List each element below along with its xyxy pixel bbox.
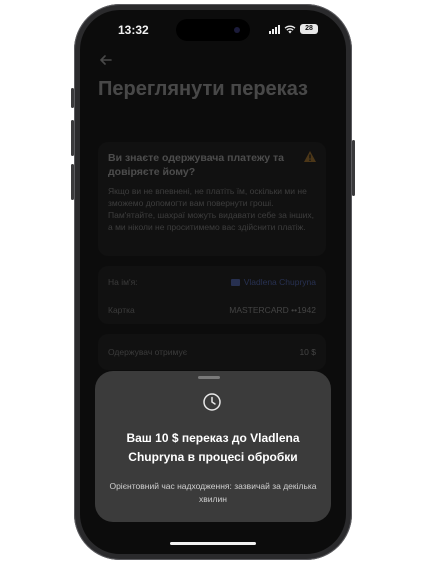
detail-label: Одержувач отримує bbox=[108, 347, 188, 357]
power-button bbox=[352, 140, 355, 196]
detail-row-card: Картка MASTERCARD ••1942 bbox=[108, 302, 316, 318]
phone-screen: 13:32 28 Переглянути переказ Ви знаєте о… bbox=[80, 10, 346, 554]
recipient-name: Vladlena Chupryna bbox=[243, 277, 316, 287]
card-icon bbox=[230, 278, 240, 286]
volume-down-button bbox=[71, 164, 74, 200]
warning-card: Ви знаєте одержувача платежу та довіряєт… bbox=[98, 142, 326, 256]
clock-icon bbox=[203, 393, 221, 411]
volume-up-button bbox=[71, 120, 74, 156]
sheet-title: Ваш 10 $ переказ до Vladlena Chupryna в … bbox=[126, 431, 300, 464]
detail-label: Картка bbox=[108, 305, 135, 315]
detail-label: На ім'я: bbox=[108, 277, 138, 287]
recipient-name-link[interactable]: Vladlena Chupryna bbox=[230, 277, 316, 287]
warning-title: Ви знаєте одержувача платежу та довіряєт… bbox=[108, 152, 285, 178]
warning-body: Якщо ви не впевнені, не платіть їм, оскі… bbox=[108, 186, 314, 232]
page-title: Переглянути переказ bbox=[98, 78, 308, 100]
recipient-amount-card: Одержувач отримує 10 $ bbox=[98, 334, 326, 370]
back-arrow-icon[interactable] bbox=[98, 52, 114, 68]
home-indicator[interactable] bbox=[170, 542, 256, 545]
card-number: MASTERCARD ••1942 bbox=[229, 305, 316, 315]
processing-bottom-sheet: Ваш 10 $ переказ до Vladlena Chupryna в … bbox=[95, 371, 331, 522]
detail-row-name: На ім'я: Vladlena Chupryna bbox=[108, 274, 316, 290]
action-button bbox=[71, 88, 74, 108]
sheet-subtitle: Орієнтовний час надходження: зазвичай за… bbox=[109, 481, 317, 504]
detail-row-amount: Одержувач отримує 10 $ bbox=[108, 344, 316, 360]
payment-details-card: На ім'я: Vladlena Chupryna Картка MASTER… bbox=[98, 266, 326, 324]
warning-triangle-icon bbox=[304, 151, 316, 162]
recipient-amount: 10 $ bbox=[299, 347, 316, 357]
sheet-drag-handle[interactable] bbox=[198, 376, 220, 379]
